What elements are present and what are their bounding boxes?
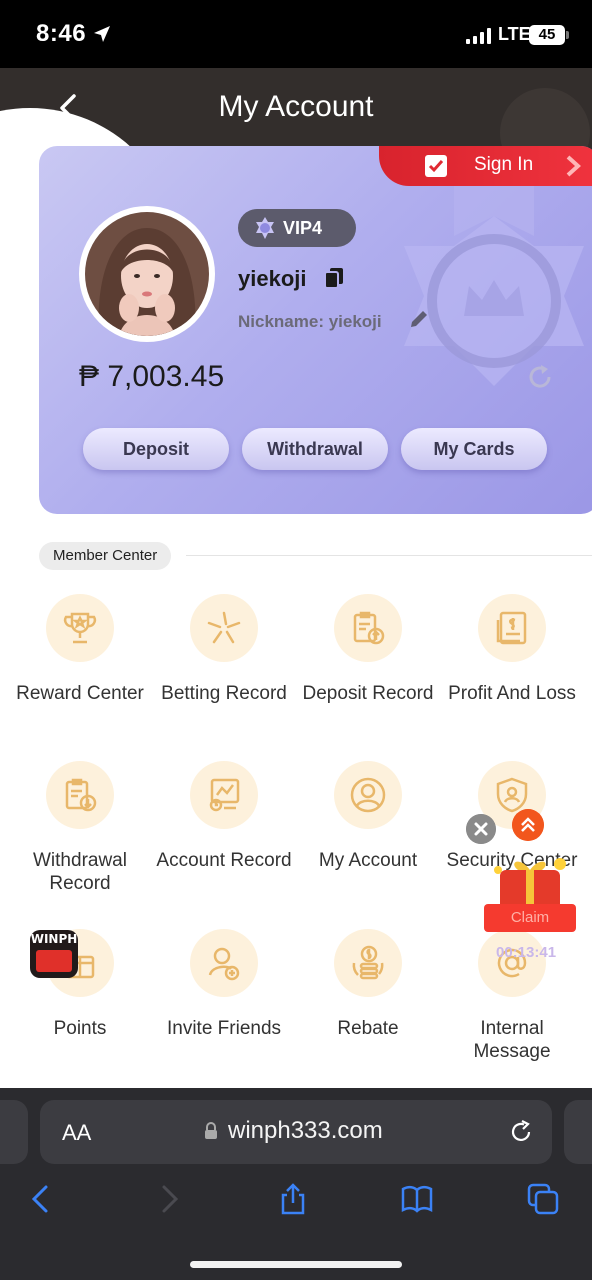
withdrawal-button[interactable]: Withdrawal bbox=[242, 428, 388, 470]
monitor-chart-icon bbox=[190, 761, 258, 829]
rebate-label: Rebate bbox=[337, 1018, 399, 1039]
battery-icon: 45 bbox=[529, 25, 569, 45]
sign-in-label: Sign In bbox=[474, 154, 534, 175]
balance-amount: ₱ 7,003.45 bbox=[79, 360, 225, 393]
share-icon[interactable] bbox=[276, 1182, 310, 1216]
user-circle-icon bbox=[334, 761, 402, 829]
browser-forward-icon[interactable] bbox=[152, 1182, 186, 1216]
account-record-item[interactable]: Account Record bbox=[154, 761, 294, 872]
cell-signal-icon bbox=[466, 28, 491, 44]
account-card: Sign In VIP4 yiekoji Nickname: yiekoji ₱… bbox=[39, 146, 592, 514]
internal-message-label: Internal Message bbox=[473, 1018, 551, 1062]
avatar[interactable] bbox=[79, 206, 215, 342]
withdrawal-record-item[interactable]: Withdrawal Record bbox=[10, 761, 150, 895]
trophy-icon bbox=[46, 594, 114, 662]
browser-back-icon[interactable] bbox=[24, 1182, 58, 1216]
withdrawal-record-label: Withdrawal Record bbox=[33, 850, 127, 894]
winph-logo[interactable]: WINPH bbox=[30, 930, 78, 978]
edit-pencil-icon[interactable] bbox=[408, 308, 430, 330]
my-account-label: My Account bbox=[318, 850, 418, 871]
text-size-button[interactable]: AA bbox=[62, 1120, 91, 1146]
tabs-icon[interactable] bbox=[526, 1182, 560, 1216]
document-dollar-icon bbox=[478, 594, 546, 662]
profit-loss-item[interactable]: Profit And Loss bbox=[442, 594, 582, 705]
close-icon[interactable] bbox=[466, 814, 496, 844]
deposit-record-label: Deposit Record bbox=[302, 683, 434, 704]
vip-badge: VIP4 bbox=[238, 209, 356, 247]
my-account-item[interactable]: My Account bbox=[298, 761, 438, 872]
member-center-title: Member Center bbox=[39, 542, 172, 570]
username: yiekoji bbox=[238, 266, 307, 291]
divider bbox=[186, 555, 592, 556]
page-title: My Account bbox=[218, 90, 374, 123]
address-bar[interactable]: AA winph333.com bbox=[40, 1100, 552, 1164]
vip-level: VIP4 bbox=[283, 218, 323, 238]
account-record-label: Account Record bbox=[156, 850, 292, 871]
profit-loss-label: Profit And Loss bbox=[448, 683, 576, 704]
deposit-record-item[interactable]: Deposit Record bbox=[298, 594, 438, 705]
browser-toolbar: AA winph333.com bbox=[0, 1088, 592, 1280]
vip-medal-icon bbox=[256, 217, 274, 239]
reward-center-label: Reward Center bbox=[16, 683, 144, 704]
nickname: Nickname: yiekoji bbox=[238, 312, 382, 331]
status-time: 8:46 bbox=[36, 20, 87, 47]
reward-center-item[interactable]: Reward Center bbox=[10, 594, 150, 705]
claim-label: Claim bbox=[484, 904, 576, 932]
deposit-button[interactable]: Deposit bbox=[83, 428, 229, 470]
copy-icon[interactable] bbox=[323, 266, 345, 290]
winph-logo-text: WINPH bbox=[30, 932, 78, 946]
avatar-image bbox=[85, 212, 209, 336]
lock-icon bbox=[205, 1122, 217, 1139]
location-arrow-icon bbox=[94, 26, 110, 42]
chevron-right-icon bbox=[566, 155, 581, 177]
betting-record-item[interactable]: Betting Record bbox=[154, 594, 294, 705]
checkbox-icon bbox=[425, 155, 447, 177]
countdown-timer: 00:13:41 bbox=[496, 944, 557, 961]
slot-icon bbox=[36, 950, 72, 972]
invite-friends-item[interactable]: Invite Friends bbox=[154, 929, 294, 1040]
claim-gift-widget[interactable]: Claim bbox=[484, 854, 576, 950]
betting-record-label: Betting Record bbox=[161, 683, 287, 704]
points-label: Points bbox=[53, 1018, 107, 1039]
vip-emblem-watermark-icon bbox=[404, 186, 584, 386]
app-viewport: My Account Sign In VIP4 yiekoji Nickname… bbox=[0, 68, 592, 1088]
chevron-up-icon[interactable] bbox=[512, 809, 544, 841]
my-cards-button[interactable]: My Cards bbox=[401, 428, 547, 470]
network-type: LTE bbox=[498, 24, 531, 44]
add-user-icon bbox=[190, 929, 258, 997]
refresh-icon[interactable] bbox=[526, 363, 554, 391]
star-burst-icon bbox=[190, 594, 258, 662]
home-indicator bbox=[190, 1261, 402, 1268]
reload-icon[interactable] bbox=[508, 1119, 534, 1145]
clipboard-download-icon bbox=[46, 761, 114, 829]
next-tab-preview[interactable] bbox=[564, 1100, 592, 1164]
status-bar: 8:46 LTE 45 bbox=[0, 0, 592, 68]
sign-in-button[interactable]: Sign In bbox=[379, 146, 592, 186]
previous-tab-preview[interactable] bbox=[0, 1100, 28, 1164]
rebate-item[interactable]: Rebate bbox=[298, 929, 438, 1040]
coin-stack-icon bbox=[334, 929, 402, 997]
url-text: winph333.com bbox=[228, 1117, 383, 1144]
clipboard-upload-icon bbox=[334, 594, 402, 662]
bookmarks-icon[interactable] bbox=[400, 1182, 434, 1216]
invite-friends-label: Invite Friends bbox=[166, 1018, 282, 1039]
